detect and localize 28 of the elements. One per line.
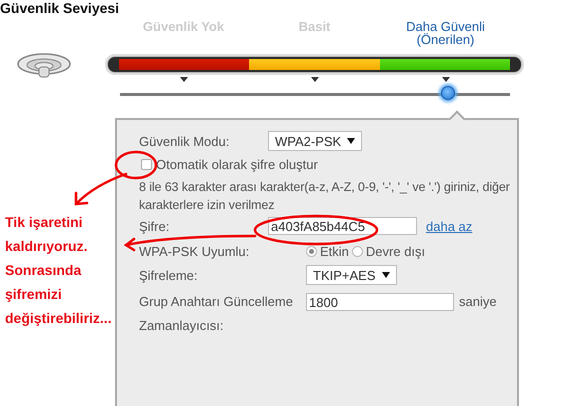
show-less-link[interactable]: daha az bbox=[426, 218, 472, 234]
field-label: Şifreleme: bbox=[139, 268, 199, 282]
annotation-arrow bbox=[74, 172, 128, 206]
marker-icon bbox=[442, 76, 450, 82]
input-field[interactable]: 1800 bbox=[306, 293, 454, 311]
field-label: WPA-PSK Uyumlu: bbox=[139, 244, 250, 258]
dropdown[interactable]: WPA2-PSK bbox=[268, 131, 362, 151]
input-field[interactable]: a403fA85b44C5 bbox=[268, 217, 417, 235]
caret-icon bbox=[382, 272, 390, 278]
level-label[interactable]: Daha Güvenli (Önerilen) bbox=[390, 20, 500, 46]
field-label: Grup Anahtarı Güncelleme Zamanlayıcısı: bbox=[139, 293, 294, 335]
radio-label: Devre dışı bbox=[366, 244, 426, 258]
annotation-text: Tik işaretini kaldırıyoruz. Sonrasında şifremizi değiştirebiliriz... bbox=[5, 213, 113, 328]
radio-label: Etkin bbox=[320, 244, 349, 258]
slider-thumb[interactable] bbox=[440, 86, 455, 100]
checkbox[interactable] bbox=[141, 158, 152, 170]
caret-icon bbox=[347, 138, 356, 144]
field-label: Şifre: bbox=[139, 218, 170, 234]
section-title: Güvenlik Seviyesi bbox=[0, 0, 120, 16]
marker-icon bbox=[310, 76, 318, 82]
radio-button[interactable] bbox=[352, 246, 363, 256]
annotation-ellipse bbox=[114, 150, 158, 180]
field-label: Güvenlik Modu: bbox=[139, 134, 230, 148]
marker-icon bbox=[180, 76, 188, 82]
radio-button[interactable] bbox=[306, 246, 317, 256]
dropdown[interactable]: TKIP+AES bbox=[306, 265, 396, 285]
unit-label: saniye bbox=[459, 293, 497, 311]
hint-text: 8 ile 63 karakter arası karakter(a-z, A-Z, 0-9, '-', '_' ve '.') giriniz, diğer karakterlere izin verilmez bbox=[139, 179, 511, 214]
